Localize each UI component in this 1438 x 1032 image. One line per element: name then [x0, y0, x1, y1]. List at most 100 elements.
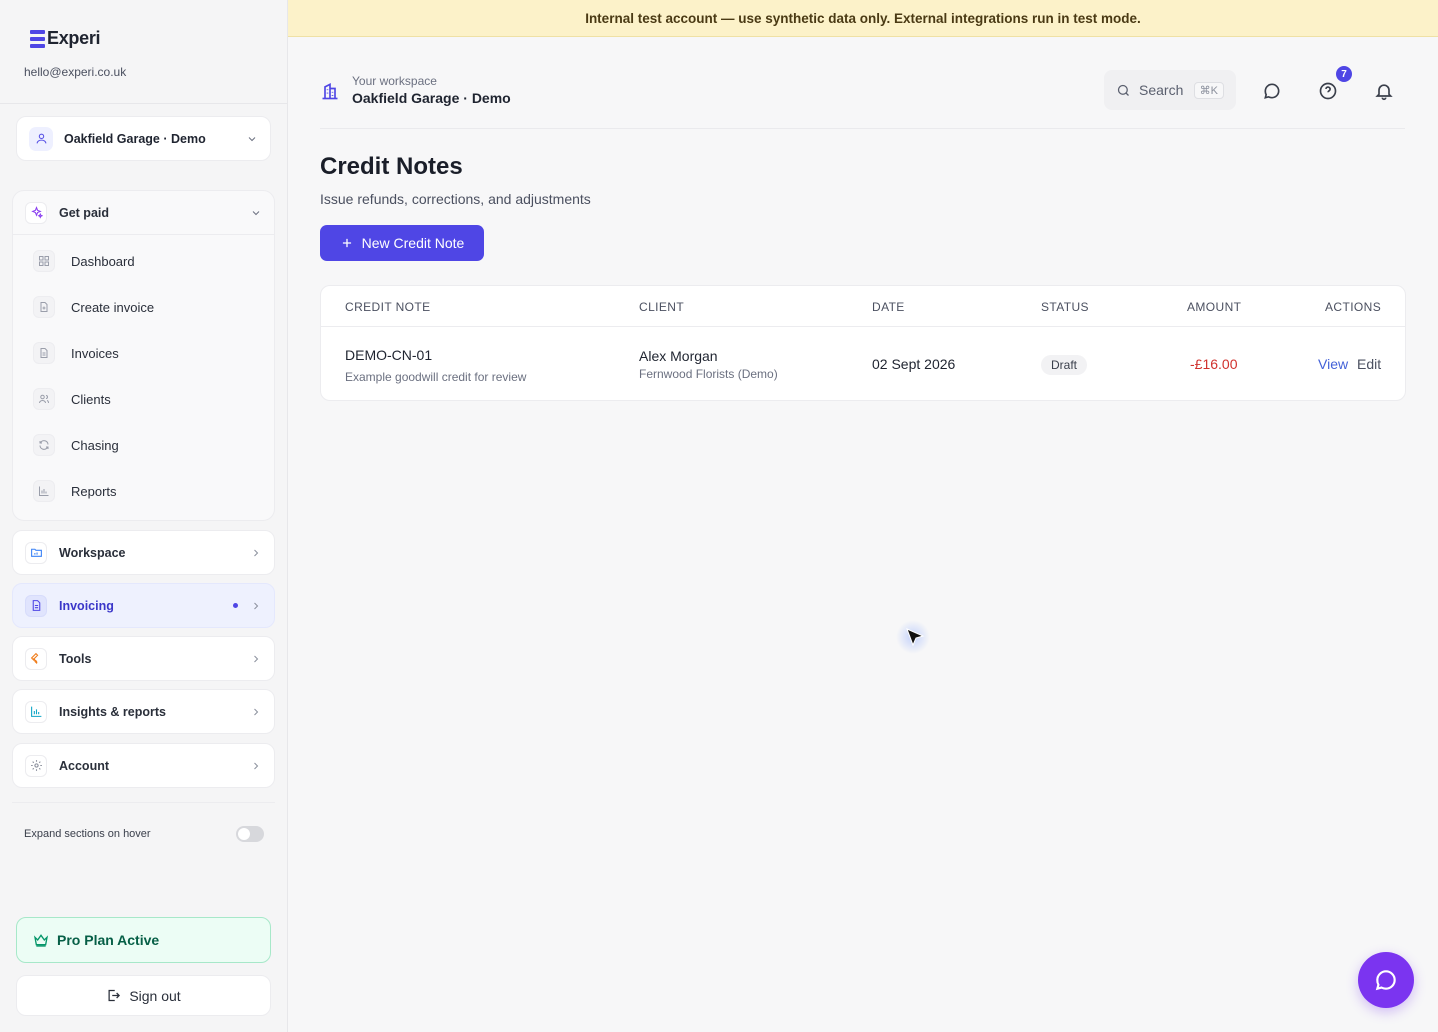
status-badge: Draft [1041, 355, 1088, 375]
search-button[interactable]: Search ⌘K [1104, 70, 1236, 110]
workspace-name: Oakfield Garage · Demo [352, 90, 511, 106]
nav-group-get-paid-label: Get paid [59, 205, 110, 220]
file-plus-icon [33, 296, 55, 318]
sidebar-item-label: Insights & reports [59, 704, 166, 719]
sidebar-divider [12, 802, 275, 803]
help-circle-icon [1319, 82, 1337, 100]
column-header-date: DATE [872, 300, 905, 314]
page-title: Credit Notes [320, 153, 463, 180]
banner-text: Internal test account — use synthetic da… [585, 10, 1141, 26]
chevron-down-icon [248, 136, 256, 141]
chat-bubble-icon [1264, 83, 1280, 99]
bar-chart-icon [25, 700, 47, 723]
plus-icon [342, 238, 351, 248]
folder-icon [25, 541, 47, 564]
wrench-icon [25, 647, 47, 670]
sidebar-item-tools[interactable]: Tools [12, 636, 275, 681]
bar-chart-icon [33, 480, 55, 502]
sidebar-item-create-invoice[interactable]: Create invoice [33, 293, 154, 321]
building-icon [322, 82, 338, 100]
sidebar-item-label: Dashboard [71, 253, 135, 269]
sidebar-item-label: Clients [71, 391, 111, 407]
gear-icon [25, 754, 47, 777]
experi-logo-icon [30, 29, 45, 48]
refresh-icon [33, 434, 55, 456]
credit-note-description: Example goodwill credit for review [345, 370, 527, 384]
sidebar-item-label: Invoicing [59, 598, 114, 613]
sidebar-item-label: Workspace [59, 545, 126, 560]
column-header-actions: ACTIONS [1325, 300, 1382, 314]
brand-logo[interactable]: Experi [30, 28, 101, 49]
sidebar-item-label: Tools [59, 651, 92, 666]
sidebar-item-label: Invoices [71, 345, 119, 361]
client-company: Fernwood Florists (Demo) [639, 367, 778, 381]
column-header-status: STATUS [1041, 300, 1089, 314]
credit-note-number: DEMO-CN-01 [345, 347, 433, 363]
sidebar-item-invoices[interactable]: Invoices [33, 339, 119, 367]
nav-group-get-paid-header[interactable]: Get paid [13, 191, 274, 235]
help-button[interactable] [1316, 79, 1340, 103]
client-name: Alex Morgan [639, 348, 718, 364]
crown-icon [33, 934, 49, 947]
sidebar-item-insights[interactable]: Insights & reports [12, 689, 275, 734]
sidebar: Experi hello@experi.co.uk Oakfield Garag… [0, 0, 288, 1032]
new-credit-note-button[interactable]: New Credit Note [320, 225, 484, 261]
sparkles-icon [25, 201, 47, 224]
sidebar-item-dashboard[interactable]: Dashboard [33, 247, 135, 275]
workspace-selector-label: Oakfield Garage · Demo [64, 131, 206, 146]
credit-note-amount: -£16.00 [1190, 356, 1238, 372]
column-header-amount: AMOUNT [1187, 300, 1242, 314]
file-text-icon [33, 342, 55, 364]
sidebar-item-label: Account [59, 758, 109, 773]
chevron-right-icon [254, 708, 259, 715]
bell-icon [1375, 84, 1393, 101]
sidebar-item-label: Reports [71, 483, 117, 499]
edit-link[interactable]: Edit [1357, 356, 1381, 372]
table-header: CREDIT NOTE CLIENT DATE STATUS AMOUNT AC… [321, 286, 1405, 327]
notifications-button[interactable] [1372, 79, 1396, 103]
chevron-right-icon [254, 655, 259, 662]
sign-out-label: Sign out [129, 987, 181, 1004]
credit-notes-table: CREDIT NOTE CLIENT DATE STATUS AMOUNT AC… [320, 285, 1406, 401]
support-chat-button[interactable] [1358, 952, 1414, 1008]
search-icon [1117, 84, 1129, 96]
expand-on-hover-label: Expand sections on hover [24, 828, 151, 840]
chat-button[interactable] [1260, 79, 1284, 103]
user-email: hello@experi.co.uk [24, 65, 127, 79]
chat-bubble-icon [1375, 970, 1396, 991]
test-account-banner: Internal test account — use synthetic da… [288, 0, 1438, 37]
sidebar-item-reports[interactable]: Reports [33, 477, 117, 505]
workspace-caption: Your workspace [352, 74, 437, 88]
user-icon [29, 126, 53, 151]
expand-on-hover-setting: Expand sections on hover [24, 824, 264, 844]
sidebar-item-label: Chasing [71, 437, 119, 453]
sidebar-item-chasing[interactable]: Chasing [33, 431, 119, 459]
chevron-right-icon [254, 549, 259, 556]
users-icon [33, 388, 55, 410]
grid-icon [33, 250, 55, 272]
chevron-right-icon [254, 602, 259, 609]
sign-out-button[interactable]: Sign out [16, 975, 271, 1016]
search-label: Search [1139, 82, 1184, 98]
help-notification-badge: 7 [1336, 66, 1352, 82]
sidebar-item-workspace[interactable]: Workspace [12, 530, 275, 575]
expand-on-hover-toggle[interactable] [236, 826, 264, 842]
chevron-down-icon [252, 210, 260, 215]
sidebar-item-account[interactable]: Account [12, 743, 275, 788]
page-subtitle: Issue refunds, corrections, and adjustme… [320, 191, 591, 207]
nav-group-get-paid: Get paid Dashboard Create invoice Invoic… [12, 190, 275, 521]
view-link[interactable]: View [1318, 356, 1348, 372]
credit-note-date: 02 Sept 2026 [872, 356, 956, 372]
column-header-credit-note: CREDIT NOTE [345, 300, 431, 314]
pro-plan-badge[interactable]: Pro Plan Active [16, 917, 271, 963]
new-credit-note-label: New Credit Note [361, 235, 465, 251]
mouse-pointer-icon [906, 628, 925, 647]
sidebar-item-clients[interactable]: Clients [33, 385, 111, 413]
active-indicator-dot [233, 603, 238, 608]
column-header-client: CLIENT [639, 300, 685, 314]
pro-plan-label: Pro Plan Active [57, 932, 160, 948]
workspace-selector[interactable]: Oakfield Garage · Demo [16, 116, 271, 161]
sidebar-item-invoicing[interactable]: Invoicing [12, 583, 275, 628]
chevron-right-icon [254, 762, 259, 769]
sidebar-item-label: Create invoice [71, 299, 155, 315]
